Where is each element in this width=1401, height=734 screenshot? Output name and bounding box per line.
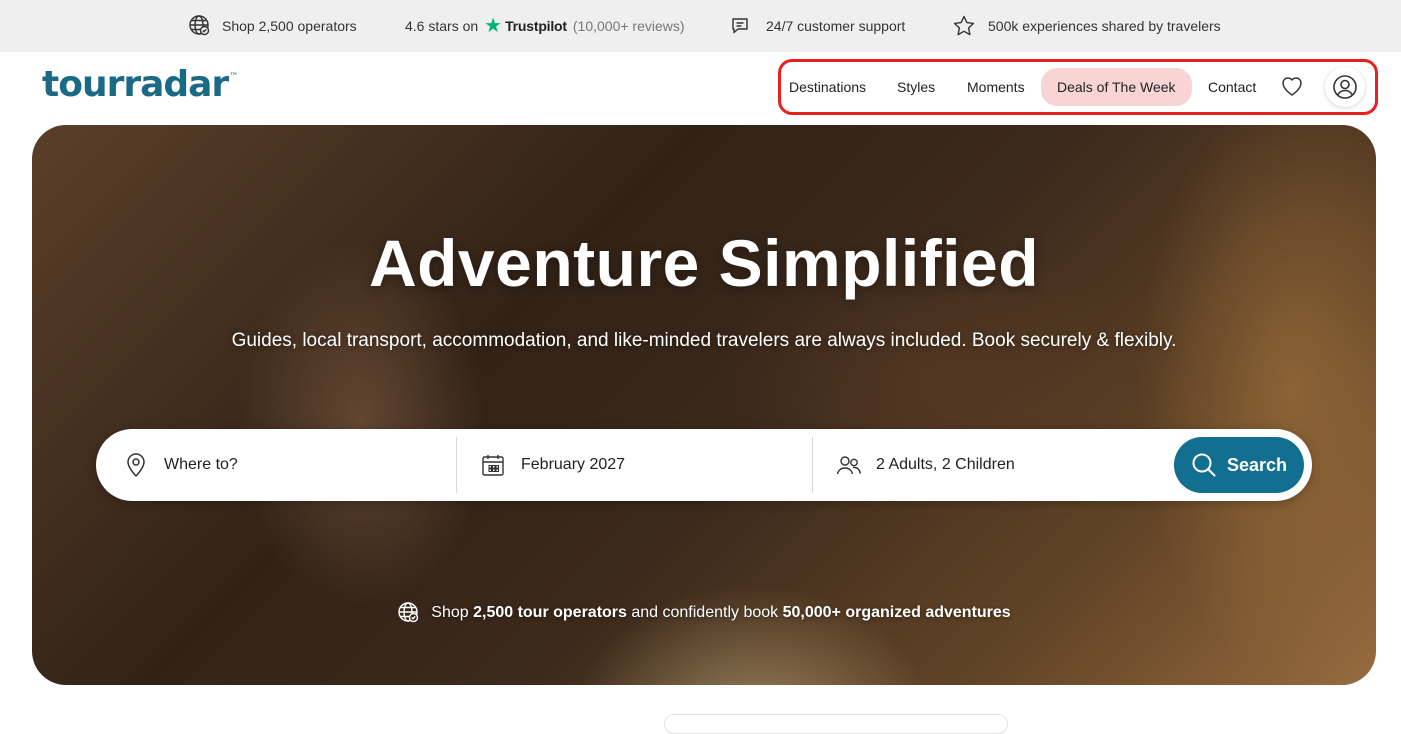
trust-operators: Shop 2,500 operators bbox=[188, 0, 357, 52]
location-pin-icon bbox=[124, 452, 148, 478]
search-divider bbox=[812, 437, 813, 493]
date-field[interactable]: February 2027 bbox=[481, 429, 811, 501]
destination-field[interactable]: Where to? bbox=[124, 429, 454, 501]
site-header: tourradar™ Destinations Styles Moments D… bbox=[0, 52, 1401, 124]
travelers-field[interactable]: 2 Adults, 2 Children bbox=[836, 429, 1156, 501]
trust-support-text: 24/7 customer support bbox=[766, 18, 906, 34]
logo-text: tourradar bbox=[42, 64, 229, 105]
travelers-value: 2 Adults, 2 Children bbox=[876, 456, 1015, 473]
destination-placeholder: Where to? bbox=[164, 456, 238, 473]
trust-reviews-text: (10,000+ reviews) bbox=[572, 18, 685, 34]
main-nav: Destinations Styles Moments Deals of The… bbox=[778, 59, 1378, 115]
trustpilot-name: Trustpilot bbox=[505, 18, 567, 34]
logo-trademark: ™ bbox=[229, 72, 239, 82]
search-bar: Where to? February 2027 2 Adults, 2 Chil… bbox=[96, 429, 1312, 501]
trust-experiences: 500k experiences shared by travelers bbox=[952, 0, 1221, 52]
trust-bar: Shop 2,500 operators 4.6 stars on ★ Trus… bbox=[0, 0, 1401, 52]
hero-title: Adventure Simplified bbox=[368, 226, 1040, 300]
travelers-icon bbox=[836, 454, 862, 476]
trust-trustpilot[interactable]: 4.6 stars on ★ Trustpilot (10,000+ revie… bbox=[405, 0, 685, 52]
magnifier-icon bbox=[1191, 452, 1227, 478]
nav-contact[interactable]: Contact bbox=[1208, 72, 1256, 102]
account-avatar-button[interactable] bbox=[1325, 67, 1365, 107]
calendar-icon bbox=[481, 453, 505, 477]
globe-badge-icon bbox=[188, 14, 212, 38]
nav-destinations[interactable]: Destinations bbox=[789, 72, 866, 102]
search-button-label: Search bbox=[1226, 454, 1288, 475]
next-section-peek bbox=[664, 714, 1008, 734]
globe-badge-icon bbox=[397, 601, 431, 625]
nav-deals-of-the-week[interactable]: Deals of The Week bbox=[1041, 68, 1192, 106]
tagline-text: Shop 2,500 tour operators and confidentl… bbox=[431, 604, 1011, 621]
trust-stars-text: 4.6 stars on bbox=[405, 18, 479, 34]
chat-icon bbox=[730, 16, 750, 36]
hero-footer-tagline: Shop 2,500 tour operators and confidentl… bbox=[32, 601, 1376, 625]
nav-styles[interactable]: Styles bbox=[897, 72, 935, 102]
user-icon bbox=[1332, 74, 1358, 100]
search-button[interactable]: Search bbox=[1174, 437, 1304, 493]
nav-moments[interactable]: Moments bbox=[967, 72, 1025, 102]
date-value: February 2027 bbox=[521, 456, 626, 473]
trust-operators-text: Shop 2,500 operators bbox=[222, 18, 357, 34]
trust-experiences-text: 500k experiences shared by travelers bbox=[988, 18, 1221, 34]
star-outline-icon bbox=[952, 14, 976, 38]
tourradar-logo[interactable]: tourradar™ bbox=[42, 64, 239, 105]
trust-support: 24/7 customer support bbox=[730, 0, 905, 52]
wishlist-heart-icon[interactable] bbox=[1279, 73, 1305, 99]
search-divider bbox=[456, 437, 457, 493]
hero-subtitle: Guides, local transport, accommodation, … bbox=[231, 330, 1177, 351]
trustpilot-star-icon: ★ bbox=[484, 15, 503, 37]
hero-banner: Adventure Simplified Guides, local trans… bbox=[32, 125, 1376, 685]
